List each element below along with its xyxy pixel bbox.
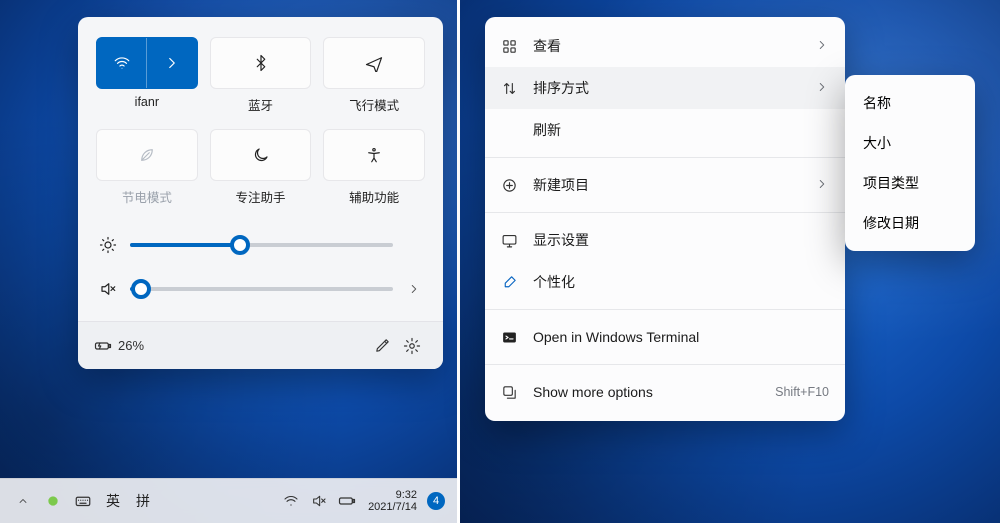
- focus-label: 专注助手: [210, 187, 312, 203]
- sort-by-size[interactable]: 大小: [845, 123, 975, 163]
- ctx-sort[interactable]: 排序方式: [485, 67, 845, 109]
- circle-icon: [45, 493, 61, 509]
- terminal-icon: [501, 329, 518, 346]
- sort-by-date[interactable]: 修改日期: [845, 203, 975, 243]
- battery-icon: [94, 337, 112, 355]
- volume-expand[interactable]: [403, 282, 425, 296]
- wifi-expand[interactable]: [147, 38, 196, 88]
- grid-icon: [501, 38, 518, 55]
- ctx-view-label: 查看: [533, 36, 815, 56]
- sort-date-label: 修改日期: [863, 213, 919, 233]
- wifi-tile[interactable]: ifanr: [96, 37, 198, 123]
- ctx-terminal[interactable]: Open in Windows Terminal: [485, 316, 845, 358]
- ctx-refresh[interactable]: 刷新: [485, 109, 845, 151]
- sun-icon: [96, 236, 120, 254]
- ctx-more-hint: Shift+F10: [775, 385, 829, 399]
- monitor-icon: [501, 232, 518, 249]
- chevron-right-icon: [407, 282, 421, 296]
- chevron-right-icon: [815, 177, 829, 191]
- chevron-right-icon: [163, 54, 181, 72]
- clock-date: 2021/7/14: [368, 501, 417, 513]
- airplane-icon: [365, 54, 383, 72]
- chevron-right-icon: [815, 80, 829, 94]
- sort-size-label: 大小: [863, 133, 891, 153]
- more-options-icon: [501, 384, 518, 401]
- accessibility-label: 辅助功能: [323, 187, 425, 203]
- battery-saver-tile[interactable]: 节电模式: [96, 129, 198, 215]
- focus-tile[interactable]: 专注助手: [210, 129, 312, 215]
- volume-mute-icon: [311, 493, 327, 509]
- gear-icon: [403, 337, 421, 355]
- edit-button[interactable]: [367, 337, 397, 354]
- airplane-label: 飞行模式: [323, 95, 425, 111]
- ctx-more[interactable]: Show more options Shift+F10: [485, 371, 845, 413]
- sort-by-name[interactable]: 名称: [845, 83, 975, 123]
- ime-lang-1[interactable]: 英: [102, 491, 124, 511]
- settings-button[interactable]: [397, 337, 427, 355]
- wifi-icon: [113, 54, 131, 72]
- bluetooth-label: 蓝牙: [210, 95, 312, 111]
- sort-type-label: 项目类型: [863, 173, 919, 193]
- ime-lang-2[interactable]: 拼: [132, 491, 154, 511]
- bluetooth-icon: [252, 54, 270, 72]
- ctx-terminal-label: Open in Windows Terminal: [533, 329, 829, 345]
- bluetooth-tile[interactable]: 蓝牙: [210, 37, 312, 123]
- tray-chevron[interactable]: [12, 490, 34, 512]
- chevron-right-icon: [815, 38, 829, 52]
- moon-icon: [252, 146, 270, 164]
- battery-saver-label: 节电模式: [96, 187, 198, 203]
- tray-volume[interactable]: [308, 490, 330, 512]
- wifi-toggle[interactable]: [97, 38, 146, 88]
- battery-text: 26%: [118, 338, 144, 353]
- battery-icon: [338, 492, 356, 510]
- sort-name-label: 名称: [863, 93, 891, 113]
- tray-wifi[interactable]: [280, 490, 302, 512]
- wifi-icon: [283, 493, 299, 509]
- ctx-new[interactable]: 新建项目: [485, 164, 845, 206]
- volume-slider[interactable]: [96, 267, 425, 311]
- ctx-more-label: Show more options: [533, 384, 775, 400]
- clock-time: 9:32: [368, 489, 417, 501]
- taskbar: 英 拼 9:32 2021/7/14 4: [0, 478, 457, 523]
- chevron-up-icon: [17, 495, 29, 507]
- accessibility-icon: [365, 146, 383, 164]
- ctx-view[interactable]: 查看: [485, 25, 845, 67]
- sort-icon: [501, 80, 518, 97]
- ctx-new-label: 新建项目: [533, 175, 815, 195]
- sort-submenu: 名称 大小 项目类型 修改日期: [845, 75, 975, 251]
- airplane-tile[interactable]: 飞行模式: [323, 37, 425, 123]
- sort-by-type[interactable]: 项目类型: [845, 163, 975, 203]
- volume-mute-icon: [96, 280, 120, 298]
- keyboard-icon: [74, 492, 92, 510]
- quick-settings-panel: ifanr 蓝牙 飞行模式 节电模式 专注助手: [78, 17, 443, 369]
- ctx-personalize[interactable]: 个性化: [485, 261, 845, 303]
- plus-circle-icon: [501, 177, 518, 194]
- leaf-icon: [138, 146, 156, 164]
- ctx-refresh-label: 刷新: [533, 120, 829, 140]
- tray-battery[interactable]: [336, 490, 358, 512]
- tray-app-icon[interactable]: [42, 490, 64, 512]
- ctx-sort-label: 排序方式: [533, 78, 815, 98]
- notification-badge[interactable]: 4: [427, 492, 445, 510]
- ctx-display[interactable]: 显示设置: [485, 219, 845, 261]
- wifi-label: ifanr: [96, 95, 198, 111]
- ctx-personalize-label: 个性化: [533, 272, 829, 292]
- accessibility-tile[interactable]: 辅助功能: [323, 129, 425, 215]
- pencil-icon: [374, 337, 391, 354]
- brightness-slider[interactable]: [96, 223, 425, 267]
- brush-icon: [501, 274, 518, 291]
- ime-keyboard[interactable]: [72, 490, 94, 512]
- desktop-context-menu: 查看 排序方式 刷新 新建项目 显示设置 个性化 O: [485, 17, 845, 421]
- clock[interactable]: 9:32 2021/7/14: [364, 489, 417, 513]
- ctx-display-label: 显示设置: [533, 230, 829, 250]
